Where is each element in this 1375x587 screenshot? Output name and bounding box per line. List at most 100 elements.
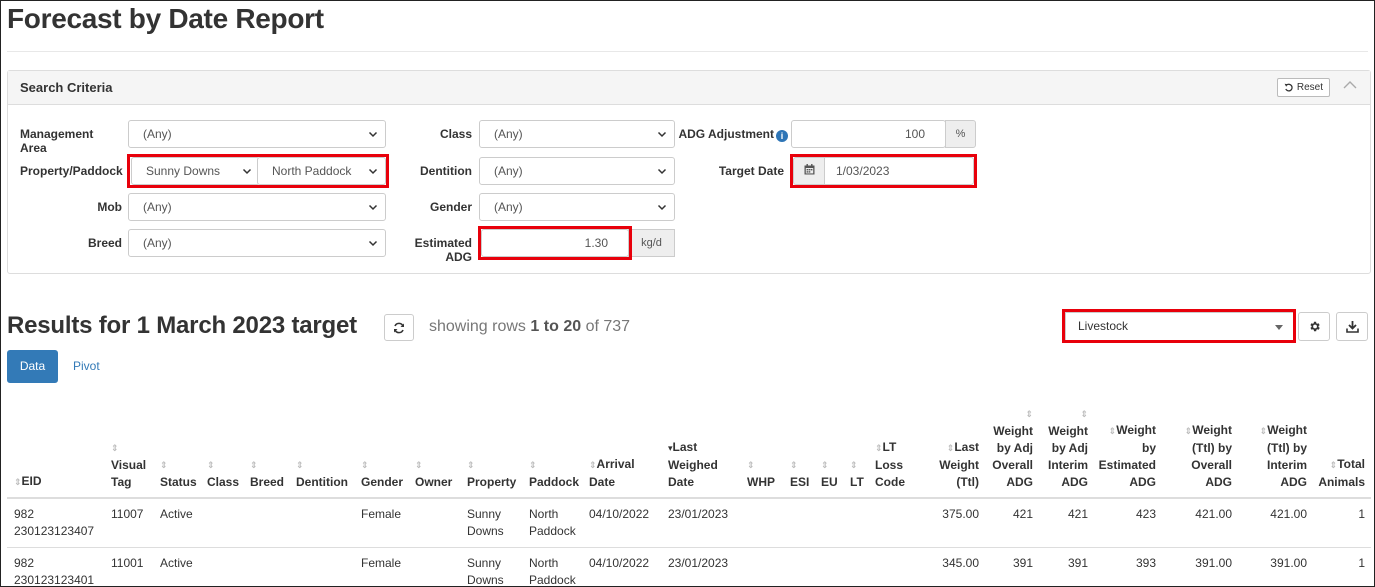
sort-icon: ⇕ bbox=[207, 460, 215, 470]
cell-arrival-date: 04/10/2022 bbox=[589, 556, 650, 570]
cell-total-animals: 1 bbox=[1358, 556, 1365, 570]
cell-status: Active bbox=[160, 556, 193, 570]
refresh-button[interactable] bbox=[384, 314, 414, 341]
cell-weight-adj-interim: 391 bbox=[1067, 556, 1088, 570]
management-area-select[interactable]: (Any) bbox=[128, 120, 386, 148]
sort-icon: ⇕ bbox=[14, 477, 22, 487]
gender-select[interactable]: (Any) bbox=[479, 193, 675, 221]
cell-last-weighed-date: 23/01/2023 bbox=[668, 507, 729, 521]
header-lt[interactable]: ⇕ LT bbox=[850, 456, 864, 491]
to-word: to bbox=[543, 318, 559, 335]
chevron-down-icon bbox=[368, 204, 378, 211]
property-paddock-highlight bbox=[127, 154, 389, 188]
cell-weight-estimated: 393 bbox=[1135, 556, 1156, 570]
sort-icon: ⇕ bbox=[747, 460, 755, 470]
cell-weight-ttl-interim: 391.00 bbox=[1270, 556, 1307, 570]
search-criteria-title: Search Criteria bbox=[20, 80, 113, 95]
tab-pivot[interactable]: Pivot bbox=[73, 359, 100, 373]
header-weight-adj-interim-adg[interactable]: ⇕ Weight by Adj Interim ADG bbox=[1041, 405, 1088, 491]
adg-adjustment-label: ADG Adjustment i bbox=[676, 127, 788, 142]
cell-gender: Female bbox=[361, 556, 402, 570]
target-date-label: Target Date bbox=[718, 164, 784, 178]
cell-arrival-date: 04/10/2022 bbox=[589, 507, 650, 521]
sort-icon: ⇕ bbox=[1025, 409, 1033, 419]
search-criteria-header: Search Criteria Reset bbox=[8, 71, 1370, 105]
cell-paddock: North Paddock bbox=[529, 556, 576, 587]
breed-select[interactable]: (Any) bbox=[128, 229, 386, 257]
undo-icon bbox=[1284, 83, 1293, 91]
mob-label: Mob bbox=[97, 200, 122, 214]
info-icon[interactable]: i bbox=[776, 130, 788, 142]
header-eid[interactable]: ⇕EID bbox=[14, 473, 42, 491]
header-weight-estimated-adg[interactable]: ⇕Weight by Estimated ADG bbox=[1095, 422, 1156, 491]
header-status[interactable]: ⇕ Status bbox=[160, 456, 197, 491]
row-count-summary: showing rows 1 to 20 of 737 bbox=[429, 318, 630, 336]
header-lt-loss-code[interactable]: ⇕LT Loss Code bbox=[875, 439, 905, 491]
header-last-weight[interactable]: ⇕Last Weight (Ttl) bbox=[921, 439, 979, 491]
dentition-select[interactable]: (Any) bbox=[479, 157, 675, 185]
header-gender[interactable]: ⇕ Gender bbox=[361, 456, 403, 491]
row-divider bbox=[7, 547, 1371, 548]
header-paddock[interactable]: ⇕ Paddock bbox=[529, 456, 579, 491]
sort-icon: ⇕ bbox=[589, 460, 597, 470]
class-label: Class bbox=[439, 127, 472, 141]
row-from: 1 bbox=[530, 318, 540, 335]
app-frame: Forecast by Date Report Search Criteria … bbox=[0, 0, 1375, 587]
sort-icon: ⇕ bbox=[296, 460, 304, 470]
header-weight-ttl-interim-adg[interactable]: ⇕Weight (Ttl) by Interim ADG bbox=[1246, 422, 1307, 491]
header-arrival-date[interactable]: ⇕Arrival Date bbox=[589, 456, 635, 491]
class-select[interactable]: (Any) bbox=[479, 120, 675, 148]
sort-icon: ⇕ bbox=[467, 460, 475, 470]
gender-label: Gender bbox=[429, 200, 472, 214]
management-area-label: Management Area bbox=[20, 127, 94, 155]
cell-paddock: North Paddock bbox=[529, 507, 576, 538]
row-to: 20 bbox=[563, 318, 582, 335]
header-owner[interactable]: ⇕ Owner bbox=[415, 456, 452, 491]
cell-status: Active bbox=[160, 507, 193, 521]
sort-icon: ⇕ bbox=[529, 460, 537, 470]
cell-weight-ttl-overall: 421.00 bbox=[1195, 507, 1232, 521]
header-last-weighed-date[interactable]: ▾Last Weighed Date bbox=[668, 439, 718, 491]
gender-value: (Any) bbox=[494, 200, 523, 214]
header-property[interactable]: ⇕ Property bbox=[467, 456, 516, 491]
title-divider bbox=[7, 51, 1368, 52]
mob-select[interactable]: (Any) bbox=[128, 193, 386, 221]
cell-property: Sunny Downs bbox=[467, 507, 504, 538]
settings-button[interactable] bbox=[1298, 312, 1330, 341]
cell-total-animals: 1 bbox=[1358, 507, 1365, 521]
chevron-up-icon[interactable] bbox=[1342, 77, 1358, 93]
breed-value: (Any) bbox=[143, 236, 172, 250]
cell-last-weight: 345.00 bbox=[942, 556, 979, 570]
header-weight-adj-overall-adg[interactable]: ⇕ Weight by Adj Overall ADG bbox=[983, 405, 1033, 491]
tab-data[interactable]: Data bbox=[7, 350, 58, 383]
header-dentition[interactable]: ⇕ Dentition bbox=[296, 456, 348, 491]
cell-weight-adj-interim: 421 bbox=[1067, 507, 1088, 521]
adg-adjustment-input[interactable]: 100 bbox=[791, 120, 946, 148]
estimated-adg-highlight bbox=[478, 226, 632, 260]
sort-icon: ⇕ bbox=[875, 443, 883, 453]
header-eu[interactable]: ⇕ EU bbox=[821, 456, 838, 491]
header-total-animals[interactable]: ⇕Total Animals bbox=[1313, 456, 1365, 491]
header-class[interactable]: ⇕ Class bbox=[207, 456, 239, 491]
header-visual-tag[interactable]: ⇕ Visual Tag bbox=[111, 439, 146, 491]
cell-last-weight: 375.00 bbox=[942, 507, 979, 521]
header-esi[interactable]: ⇕ ESI bbox=[790, 456, 809, 491]
sort-icon: ⇕ bbox=[790, 460, 798, 470]
header-breed[interactable]: ⇕ Breed bbox=[250, 456, 284, 491]
adg-adjustment-label-text: ADG Adjustment bbox=[678, 127, 774, 141]
results-title: Results for 1 March 2023 target bbox=[7, 312, 357, 339]
gear-icon bbox=[1309, 321, 1320, 332]
page-title: Forecast by Date Report bbox=[7, 3, 324, 34]
table-header-divider bbox=[7, 497, 1371, 499]
showing-prefix: showing rows bbox=[429, 318, 526, 335]
estimated-adg-label: Estimated ADG bbox=[414, 236, 472, 264]
header-weight-ttl-overall-adg[interactable]: ⇕Weight (Ttl) by Overall ADG bbox=[1171, 422, 1232, 491]
management-area-value: (Any) bbox=[143, 127, 172, 141]
download-button[interactable] bbox=[1336, 312, 1368, 341]
search-criteria-panel: Search Criteria Reset Management Area (A… bbox=[7, 70, 1371, 274]
header-whp[interactable]: ⇕ WHP bbox=[747, 456, 775, 491]
dentition-label: Dentition bbox=[420, 164, 472, 178]
cell-eid: 982 230123123401 bbox=[14, 556, 95, 587]
reset-button[interactable]: Reset bbox=[1276, 78, 1330, 97]
chevron-down-icon bbox=[368, 131, 378, 138]
